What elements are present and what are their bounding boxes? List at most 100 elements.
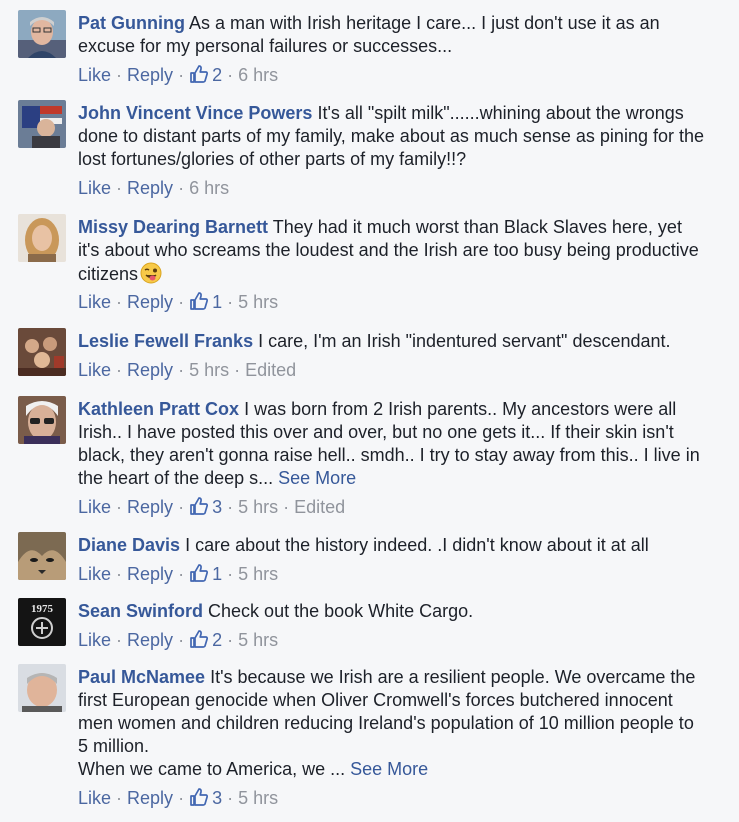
comment-body: Pat Gunning As a man with Irish heritage… bbox=[78, 12, 718, 58]
separator-dot: · bbox=[227, 65, 234, 85]
like-count-value: 3 bbox=[212, 497, 223, 517]
separator-dot: · bbox=[116, 564, 123, 584]
comment-body: Sean Swinford Check out the book White C… bbox=[78, 600, 718, 623]
like-count-value: 3 bbox=[212, 788, 223, 808]
comment-text-line: men women and children reducing Ireland'… bbox=[78, 713, 694, 733]
separator-dot: · bbox=[178, 178, 185, 198]
avatar[interactable] bbox=[18, 532, 66, 580]
comment-actions: Like · Reply · 3 · 5 hrs · Edited bbox=[78, 496, 345, 518]
like-link[interactable]: Like bbox=[78, 360, 111, 380]
avatar[interactable] bbox=[18, 10, 66, 58]
separator-dot: · bbox=[283, 497, 290, 517]
edited-label[interactable]: Edited bbox=[294, 497, 345, 517]
separator-dot: · bbox=[116, 630, 123, 650]
comment-timestamp[interactable]: 6 hrs bbox=[238, 65, 278, 85]
thumbs-up-icon bbox=[190, 630, 209, 648]
comment-author[interactable]: Diane Davis bbox=[78, 535, 180, 555]
comment-timestamp[interactable]: 5 hrs bbox=[238, 292, 278, 312]
like-count[interactable]: 1 bbox=[189, 292, 222, 312]
comment-body: John Vincent Vince Powers It's all "spil… bbox=[78, 102, 718, 171]
separator-dot: · bbox=[227, 292, 234, 312]
like-link[interactable]: Like bbox=[78, 292, 111, 312]
comment-timestamp[interactable]: 6 hrs bbox=[189, 178, 229, 198]
see-more-link[interactable]: See More bbox=[350, 759, 428, 779]
see-more-link[interactable]: See More bbox=[278, 468, 356, 488]
like-link[interactable]: Like bbox=[78, 788, 111, 808]
avatar[interactable] bbox=[18, 664, 66, 712]
like-link[interactable]: Like bbox=[78, 65, 111, 85]
comment-author[interactable]: Pat Gunning bbox=[78, 13, 185, 33]
comment-text-line: citizens bbox=[78, 264, 139, 284]
comment-actions: Like · Reply · 2 · 6 hrs bbox=[78, 64, 278, 86]
comment-actions: Like · Reply · 1 · 5 hrs bbox=[78, 563, 278, 585]
reply-link[interactable]: Reply bbox=[127, 564, 173, 584]
like-count-value: 1 bbox=[212, 564, 223, 584]
like-count-value: 1 bbox=[212, 292, 223, 312]
comment-text-line: the heart of the deep s... bbox=[78, 468, 274, 488]
like-link[interactable]: Like bbox=[78, 630, 111, 650]
reply-link[interactable]: Reply bbox=[127, 630, 173, 650]
comment-text-line: I care about the history indeed. .I didn… bbox=[185, 535, 649, 555]
comment-text-line: I was born from 2 Irish parents.. My anc… bbox=[244, 399, 677, 419]
separator-dot: · bbox=[178, 360, 185, 380]
like-link[interactable]: Like bbox=[78, 497, 111, 517]
comment-timestamp[interactable]: 5 hrs bbox=[238, 788, 278, 808]
comment-text-line: Check out the book White Cargo. bbox=[208, 601, 474, 621]
comment-text-line: It's all "spilt milk"......whining about… bbox=[317, 103, 684, 123]
separator-dot: · bbox=[116, 497, 123, 517]
comment-actions: Like · Reply · 3 · 5 hrs bbox=[78, 787, 278, 809]
comment-text-line: first European genocide when Oliver Crom… bbox=[78, 690, 673, 710]
like-link[interactable]: Like bbox=[78, 178, 111, 198]
avatar[interactable]: 1975 bbox=[18, 598, 66, 646]
comment-text-line: It's because we Irish are a resilient pe… bbox=[210, 667, 696, 687]
comment-author[interactable]: Leslie Fewell Franks bbox=[78, 331, 253, 351]
reply-link[interactable]: Reply bbox=[127, 178, 173, 198]
reply-link[interactable]: Reply bbox=[127, 360, 173, 380]
comment-timestamp[interactable]: 5 hrs bbox=[238, 497, 278, 517]
separator-dot: · bbox=[227, 564, 234, 584]
comment-actions: Like · Reply · 5 hrs · Edited bbox=[78, 359, 296, 381]
comment-author[interactable]: John Vincent Vince Powers bbox=[78, 103, 312, 123]
comment-text-line: 5 million. bbox=[78, 736, 150, 756]
comment-author[interactable]: Sean Swinford bbox=[78, 601, 203, 621]
winking-tongue-emoji-icon bbox=[140, 262, 162, 284]
like-count-value: 2 bbox=[212, 630, 223, 650]
avatar[interactable] bbox=[18, 328, 66, 376]
avatar[interactable] bbox=[18, 396, 66, 444]
comment-timestamp[interactable]: 5 hrs bbox=[238, 630, 278, 650]
separator-dot: · bbox=[178, 497, 185, 517]
like-count[interactable]: 2 bbox=[189, 630, 222, 650]
avatar[interactable] bbox=[18, 214, 66, 262]
like-count[interactable]: 3 bbox=[189, 497, 222, 517]
comment-timestamp[interactable]: 5 hrs bbox=[189, 360, 229, 380]
separator-dot: · bbox=[178, 292, 185, 312]
thumbs-up-icon bbox=[190, 292, 209, 310]
edited-label[interactable]: Edited bbox=[245, 360, 296, 380]
comment-body: Missy Dearing Barnett They had it much w… bbox=[78, 216, 718, 286]
reply-link[interactable]: Reply bbox=[127, 497, 173, 517]
reply-link[interactable]: Reply bbox=[127, 65, 173, 85]
comment-timestamp[interactable]: 5 hrs bbox=[238, 564, 278, 584]
avatar[interactable] bbox=[18, 100, 66, 148]
comment-actions: Like · Reply · 1 · 5 hrs bbox=[78, 291, 278, 313]
thumbs-up-icon bbox=[190, 564, 209, 582]
comment-body: Diane Davis I care about the history ind… bbox=[78, 534, 718, 557]
separator-dot: · bbox=[116, 788, 123, 808]
reply-link[interactable]: Reply bbox=[127, 292, 173, 312]
comment-author[interactable]: Missy Dearing Barnett bbox=[78, 217, 268, 237]
like-count[interactable]: 1 bbox=[189, 564, 222, 584]
comment-text-line: As a man with Irish heritage I care... I… bbox=[189, 13, 660, 33]
comment-body: Paul McNamee It's because we Irish are a… bbox=[78, 666, 718, 781]
comment-text-line: black, they aren't gonna raise hell.. sm… bbox=[78, 445, 700, 465]
comment-text-line: lost fortunes/glories of other parts of … bbox=[78, 149, 467, 169]
comment-text-line: done to distant parts of my family, make… bbox=[78, 126, 704, 146]
like-link[interactable]: Like bbox=[78, 564, 111, 584]
like-count[interactable]: 2 bbox=[189, 65, 222, 85]
comment-actions: Like · Reply · 6 hrs bbox=[78, 177, 229, 199]
like-count[interactable]: 3 bbox=[189, 788, 222, 808]
reply-link[interactable]: Reply bbox=[127, 788, 173, 808]
separator-dot: · bbox=[227, 497, 234, 517]
comment-author[interactable]: Kathleen Pratt Cox bbox=[78, 399, 239, 419]
comment-text-line: When we came to America, we ... bbox=[78, 759, 346, 779]
comment-author[interactable]: Paul McNamee bbox=[78, 667, 205, 687]
